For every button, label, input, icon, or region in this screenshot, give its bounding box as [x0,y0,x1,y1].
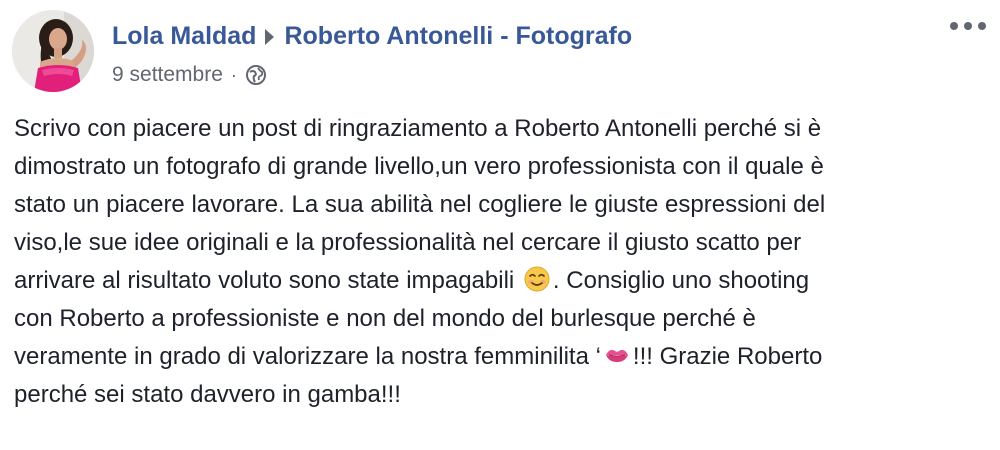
avatar-photo [12,10,94,92]
avatar[interactable] [12,10,94,92]
post-text-segment: veramente in grado di valorizzare la nos… [14,343,601,370]
post-text-line: veramente in grado di valorizzare la nos… [14,338,989,376]
globe-icon[interactable] [245,64,267,86]
post-text-line: Scrivo con piacere un post di ringraziam… [14,115,822,142]
more-dot [978,22,986,30]
facebook-post: Lola Maldad Roberto Antonelli - Fotograf… [0,0,1000,450]
post-header: Lola Maldad Roberto Antonelli - Fotograf… [112,19,632,53]
post-text-line: con Roberto a professioniste e non del m… [14,305,756,332]
more-dot [950,22,958,30]
post-text-line: arrivare al risultato voluto sono state … [14,262,989,300]
post-body: Scrivo con piacere un post di ringraziam… [14,110,989,414]
shared-to-arrow-icon [265,29,275,45]
post-text-line: viso,le sue idee originali e la professi… [14,229,802,256]
meta-separator: · [230,64,237,85]
post-text-segment: arrivare al risultato voluto sono state … [14,267,515,294]
smiling-face-emoji [523,265,551,293]
post-text-line: dimostrato un fotografo di grande livell… [14,153,824,180]
post-meta: 9 settembre · [112,60,267,90]
more-dot [964,22,972,30]
post-text-line: stato un piacere lavorare. La sua abilit… [14,191,826,218]
author-name-link[interactable]: Lola Maldad [112,22,256,51]
post-text-segment: . Consiglio uno shooting [552,267,810,294]
page-name-link[interactable]: Roberto Antonelli - Fotografo [284,22,632,51]
more-options-icon[interactable] [950,16,986,36]
post-text-line: perché sei stato davvero in gamba!!! [14,381,401,408]
kiss-mark-emoji [603,341,631,369]
post-text-segment: !!! Grazie Roberto [632,343,823,370]
post-date-link[interactable]: 9 settembre [112,63,223,87]
